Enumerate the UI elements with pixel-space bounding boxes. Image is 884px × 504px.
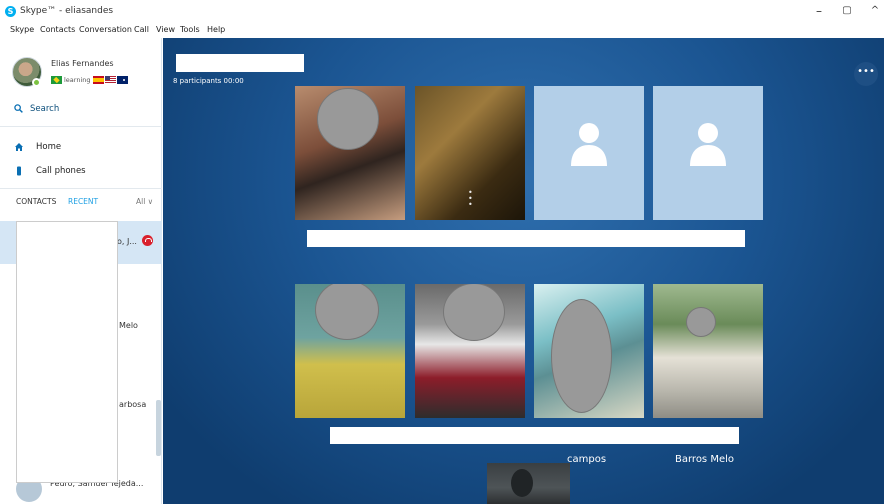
tile-menu-icon[interactable]: • • • <box>468 189 473 210</box>
menu-conversation[interactable]: Conversation <box>79 25 132 34</box>
list-item-snippet[interactable]: Melo <box>119 321 138 330</box>
participant-video-tile[interactable] <box>534 284 644 418</box>
usa-flag-icon <box>105 76 116 84</box>
divider <box>0 188 162 189</box>
skype-logo-icon: S <box>5 6 16 17</box>
tab-contacts[interactable]: CONTACTS <box>16 197 56 206</box>
participant-video-tile[interactable] <box>415 284 525 418</box>
menu-skype[interactable]: Skype <box>10 25 34 34</box>
tab-recent[interactable]: RECENT <box>68 197 98 206</box>
participants-info: 8 participants 00:00 <box>173 77 244 85</box>
menu-help[interactable]: Help <box>207 25 225 34</box>
nav-call-phones-label: Call phones <box>36 166 86 176</box>
participant-name: Barros Melo <box>675 454 734 465</box>
dialpad-icon <box>17 166 21 176</box>
participant-video-tile[interactable] <box>653 284 763 418</box>
participant-video-tile[interactable] <box>295 86 405 220</box>
participant-video-tile[interactable] <box>534 86 644 220</box>
australia-flag-icon <box>117 76 128 84</box>
person-placeholder-icon <box>571 123 607 166</box>
search-button[interactable]: Search <box>14 103 144 117</box>
menu-tools[interactable]: Tools <box>180 25 200 34</box>
filter-all-dropdown[interactable]: All ∨ <box>136 197 153 206</box>
participant-video-tile[interactable]: • • • <box>415 86 525 220</box>
menu-contacts[interactable]: Contacts <box>40 25 75 34</box>
spain-flag-icon <box>93 76 104 84</box>
participant-video-tile[interactable] <box>295 284 405 418</box>
window-title: Skype™ - eliasandes <box>20 6 114 16</box>
menu-view[interactable]: View <box>156 25 175 34</box>
face-blur <box>443 284 505 341</box>
list-item-snippet[interactable]: arbosa <box>119 400 146 409</box>
names-redaction <box>307 230 745 247</box>
nav-call-phones[interactable]: Call phones <box>14 165 154 179</box>
face-blur <box>317 88 379 150</box>
menu-bar: Skype Contacts Conversation Call View To… <box>0 24 884 38</box>
group-call-stage: 8 participants 00:00 ••• • • • campos Barr… <box>163 38 884 504</box>
restore-button[interactable]: ▢ <box>838 2 856 20</box>
face-blur <box>551 299 612 413</box>
face-blur <box>686 307 716 337</box>
mood-message[interactable]: learning <box>64 76 91 84</box>
nav-home-label: Home <box>36 142 62 152</box>
participant-video-tile[interactable] <box>653 86 763 220</box>
brazil-flag-icon <box>51 76 62 84</box>
divider <box>0 126 162 127</box>
home-icon <box>15 143 23 151</box>
title-bar: S Skype™ - eliasandes – ▢ ^ <box>0 0 884 24</box>
presence-status-icon[interactable] <box>32 78 41 87</box>
list-item-snippet[interactable]: o, J... <box>117 237 137 246</box>
search-label: Search <box>30 104 60 114</box>
profile-name[interactable]: Elias Fernandes <box>51 59 114 68</box>
collapse-button[interactable]: ^ <box>866 2 884 20</box>
face-blur <box>315 284 379 340</box>
search-icon <box>14 104 23 113</box>
self-video-preview[interactable] <box>487 463 570 504</box>
menu-call[interactable]: Call <box>134 25 149 34</box>
nav-home[interactable]: Home <box>14 141 154 155</box>
participant-name: campos <box>567 454 607 465</box>
names-redaction <box>330 427 739 444</box>
scrollbar-thumb[interactable] <box>156 400 161 456</box>
active-call-icon[interactable] <box>142 235 153 246</box>
sidebar: Elias Fernandes learning Search Home Cal… <box>0 38 162 504</box>
redaction-box <box>16 221 118 483</box>
more-options-button[interactable]: ••• <box>854 62 878 86</box>
minimize-button[interactable]: – <box>810 2 828 20</box>
call-title-redaction <box>176 54 304 72</box>
person-placeholder-icon <box>690 123 726 166</box>
